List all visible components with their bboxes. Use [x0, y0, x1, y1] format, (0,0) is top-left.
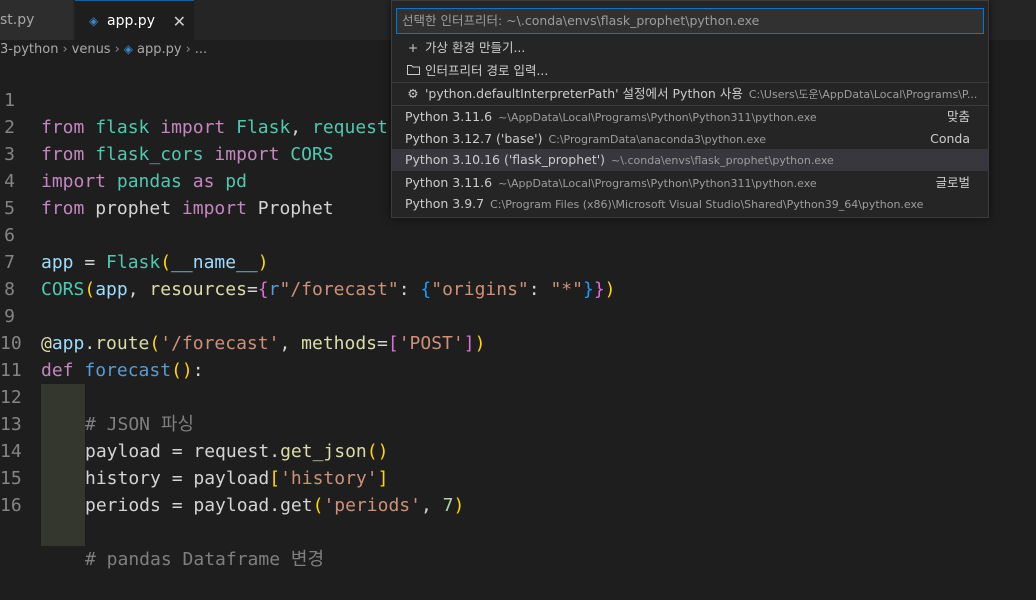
- create-venv-label: 가상 환경 만들기...: [425, 40, 526, 55]
- plus-icon: +: [407, 40, 419, 55]
- interpreter-search-input[interactable]: 선택한 인터프리터: ~\.conda\envs\flask_prophet\p…: [396, 8, 984, 34]
- code-line[interactable]: 13 history = payload['history']: [0, 384, 1036, 489]
- interpreter-text: Python 3.10.16 ('flask_prophet') ~\.conda…: [405, 149, 834, 172]
- tab-app-py[interactable]: ◈ app.py ✕: [75, 0, 194, 40]
- interpreter-item[interactable]: Python 3.11.6 ~\AppData\Local\Programs\Py…: [392, 106, 988, 128]
- create-venv-item[interactable]: + 가상 환경 만들기...: [392, 37, 988, 59]
- interpreter-text: Python 3.9.7 C:\Program Files (x86)\Micro…: [405, 193, 923, 216]
- python-file-icon: ◈: [123, 42, 134, 56]
- folder-icon: [406, 60, 420, 82]
- code-token: =: [160, 495, 194, 516]
- breadcrumb-item[interactable]: 3-python: [0, 42, 58, 57]
- interpreter-category: Conda: [930, 131, 970, 146]
- tab-label: st.py: [0, 12, 35, 28]
- interpreter-item[interactable]: Python 3.11.6 ~\AppData\Local\Programs\Py…: [392, 172, 988, 194]
- interpreter-item[interactable]: Python 3.9.7 C:\Program Files (x86)\Micro…: [392, 193, 988, 215]
- interpreter-item[interactable]: Python 3.12.7 ('base') C:\ProgramData\ana…: [392, 128, 988, 150]
- interpreter-label: Python 3.10.16 ('flask_prophet'): [405, 152, 606, 167]
- chevron-right-icon: ›: [185, 41, 191, 57]
- enter-interpreter-path-item[interactable]: 인터프리터 경로 입력...: [392, 60, 988, 82]
- interpreter-path: C:\Program Files (x86)\Microsoft Visual …: [490, 198, 924, 211]
- tab-st-py[interactable]: st.py: [0, 0, 74, 40]
- interpreter-path: C:\ProgramData\anaconda3\python.exe: [548, 133, 767, 146]
- code-token: periods: [85, 495, 161, 516]
- code-token: 7: [442, 495, 454, 516]
- interpreter-text: Python 3.12.7 ('base') C:\ProgramData\ana…: [405, 128, 766, 151]
- code-line[interactable]: 8: [0, 249, 1036, 300]
- code-token: 'periods': [323, 495, 421, 516]
- code-line[interactable]: 7 CORS(app, resources={r"/forecast": {"o…: [0, 222, 1036, 300]
- interpreter-text: Python 3.11.6 ~\AppData\Local\Programs\Py…: [405, 172, 817, 195]
- close-icon[interactable]: ✕: [173, 12, 186, 31]
- interpreter-label: Python 3.11.6: [405, 175, 493, 190]
- interpreter-quick-pick: 선택한 인터프리터: ~\.conda\envs\flask_prophet\p…: [391, 0, 989, 218]
- interpreter-text: Python 3.11.6 ~\AppData\Local\Programs\Py…: [405, 106, 817, 129]
- default-interpreter-path-desc: C:\Users\도운\AppData\Local\Programs\P...: [748, 88, 978, 101]
- code-line[interactable]: 9 @app.route('/forecast', methods=['POST…: [0, 276, 1036, 354]
- code-line[interactable]: 12 payload = request.get_json(): [0, 357, 1036, 462]
- breadcrumb-item[interactable]: ...: [195, 42, 207, 57]
- code-token: (: [312, 495, 324, 516]
- default-interpreter-path-text: 'python.defaultInterpreterPath' 설정에서 Pyt…: [425, 83, 977, 106]
- interpreter-label: Python 3.11.6: [405, 109, 493, 124]
- code-token: payload: [193, 495, 270, 516]
- interpreter-item-selected[interactable]: Python 3.10.16 ('flask_prophet') ~\.conda…: [392, 149, 988, 171]
- code-token: get: [280, 495, 313, 516]
- code-token: .: [269, 495, 281, 516]
- code-line[interactable]: 15: [0, 438, 1036, 519]
- default-interpreter-path-label: 'python.defaultInterpreterPath' 설정에서 Pyt…: [425, 86, 743, 101]
- interpreter-category: 맞춤: [946, 109, 970, 124]
- code-token: ): [453, 495, 465, 516]
- indent-guide: [41, 519, 85, 546]
- interpreter-path: ~\AppData\Local\Programs\Python\Python31…: [498, 177, 817, 190]
- python-file-icon: ◈: [89, 13, 99, 28]
- code-line[interactable]: 10 def forecast():: [0, 303, 1036, 381]
- interpreter-label: Python 3.12.7 ('base'): [405, 131, 543, 146]
- interpreter-category: 글로벌: [935, 175, 970, 190]
- interpreter-path: ~\.conda\envs\flask_prophet\python.exe: [611, 154, 834, 167]
- chevron-right-icon: ›: [114, 41, 120, 57]
- interpreter-label: Python 3.9.7: [405, 196, 485, 211]
- gear-icon: ⚙: [407, 86, 419, 101]
- breadcrumb-item[interactable]: app.py: [137, 42, 182, 57]
- line-number: 16: [0, 495, 22, 516]
- tab-label: app.py: [107, 12, 155, 29]
- enter-interpreter-path-label: 인터프리터 경로 입력...: [425, 63, 549, 78]
- code-comment: # pandas Dataframe 변경: [85, 549, 325, 570]
- chevron-right-icon: ›: [62, 41, 68, 57]
- code-token: ,: [420, 495, 443, 516]
- code-line[interactable]: 11 # JSON 파싱: [0, 330, 1036, 435]
- code-line[interactable]: 16 # pandas Dataframe 변경: [0, 465, 1036, 570]
- interpreter-path: ~\AppData\Local\Programs\Python\Python31…: [498, 111, 817, 124]
- default-interpreter-path-item[interactable]: ⚙ 'python.defaultInterpreterPath' 설정에서 P…: [392, 83, 988, 105]
- indent-guide: [41, 492, 85, 519]
- breadcrumb-item[interactable]: venus: [72, 42, 111, 57]
- code-line[interactable]: 14 periods = payload.get('periods', 7): [0, 411, 1036, 516]
